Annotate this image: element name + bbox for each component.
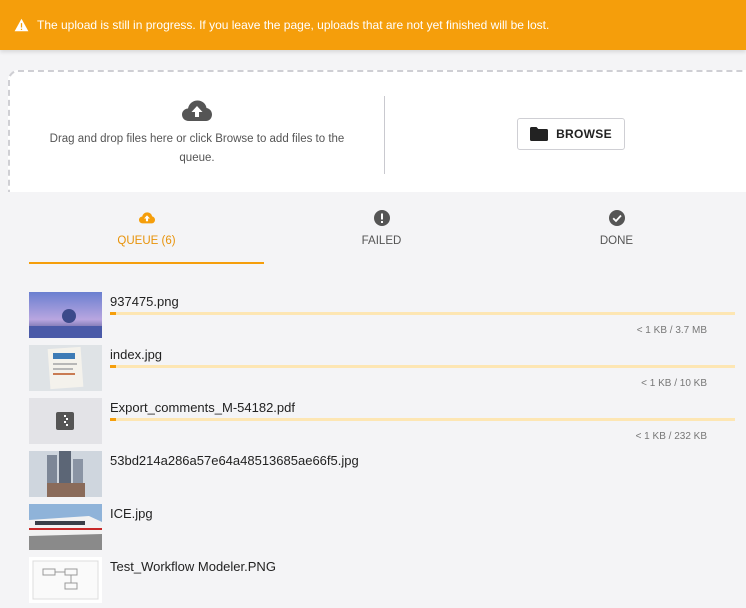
folder-icon [530, 127, 549, 141]
file-thumbnail [29, 345, 102, 391]
upload-queue-list: 937475.png < 1 KB / 3.7 MB index.jpg < 1… [29, 292, 735, 608]
file-thumbnail [29, 292, 102, 338]
drop-zone-divider [384, 96, 385, 174]
browse-button-label: BROWSE [556, 127, 612, 141]
drop-zone-hint-area: Drag and drop files here or click Browse… [10, 72, 384, 194]
file-name: 937475.png [110, 294, 179, 309]
file-thumbnail [29, 451, 102, 497]
tab-failed-label: FAILED [361, 235, 402, 247]
list-item: Test_Workflow Modeler.PNG [29, 557, 735, 608]
cloud-upload-icon [182, 100, 212, 121]
upload-progress-bar [110, 418, 735, 421]
error-icon [373, 210, 390, 226]
upload-progress-bar [110, 365, 735, 368]
check-circle-icon [608, 210, 625, 226]
list-item: 937475.png < 1 KB / 3.7 MB [29, 292, 735, 345]
file-name: 53bd214a286a57e64a48513685ae66f5.jpg [110, 453, 359, 468]
tab-failed[interactable]: FAILED [264, 206, 499, 264]
tab-done[interactable]: DONE [499, 206, 734, 264]
file-name: index.jpg [110, 347, 163, 362]
file-size: < 1 KB / 232 KB [635, 431, 707, 442]
file-name: Test_Workflow Modeler.PNG [110, 559, 276, 574]
list-item: Export_comments_M-54182.pdf < 1 KB / 232… [29, 398, 735, 451]
list-item: 53bd214a286a57e64a48513685ae66f5.jpg [29, 451, 735, 504]
file-thumbnail [29, 504, 102, 550]
upload-status-tabs: QUEUE (6) FAILED DONE [29, 206, 735, 264]
drop-zone-hint-text: Drag and drop files here or click Browse… [49, 133, 345, 164]
cloud-upload-icon [138, 212, 155, 224]
list-item: ICE.jpg [29, 504, 735, 557]
file-thumbnail [29, 398, 102, 444]
file-drop-zone[interactable]: Drag and drop files here or click Browse… [8, 70, 746, 192]
upload-progress-fill [110, 312, 117, 315]
file-size: < 1 KB / 10 KB [641, 378, 707, 389]
upload-warning-banner: The upload is still in progress. If you … [0, 0, 746, 50]
tab-done-label: DONE [599, 235, 634, 247]
banner-message: The upload is still in progress. If you … [37, 18, 550, 32]
upload-progress-fill [110, 418, 117, 421]
list-item: index.jpg < 1 KB / 10 KB [29, 345, 735, 398]
file-thumbnail [29, 557, 102, 603]
warning-icon [14, 18, 29, 32]
upload-progress-bar [110, 312, 735, 315]
file-size: < 1 KB / 3.7 MB [636, 325, 707, 336]
tab-queue[interactable]: QUEUE (6) [29, 206, 264, 264]
upload-progress-fill [110, 365, 117, 368]
browse-button[interactable]: BROWSE [517, 118, 625, 150]
file-name: ICE.jpg [110, 506, 153, 521]
tab-queue-label: QUEUE (6) [117, 235, 176, 247]
file-name: Export_comments_M-54182.pdf [110, 400, 295, 415]
